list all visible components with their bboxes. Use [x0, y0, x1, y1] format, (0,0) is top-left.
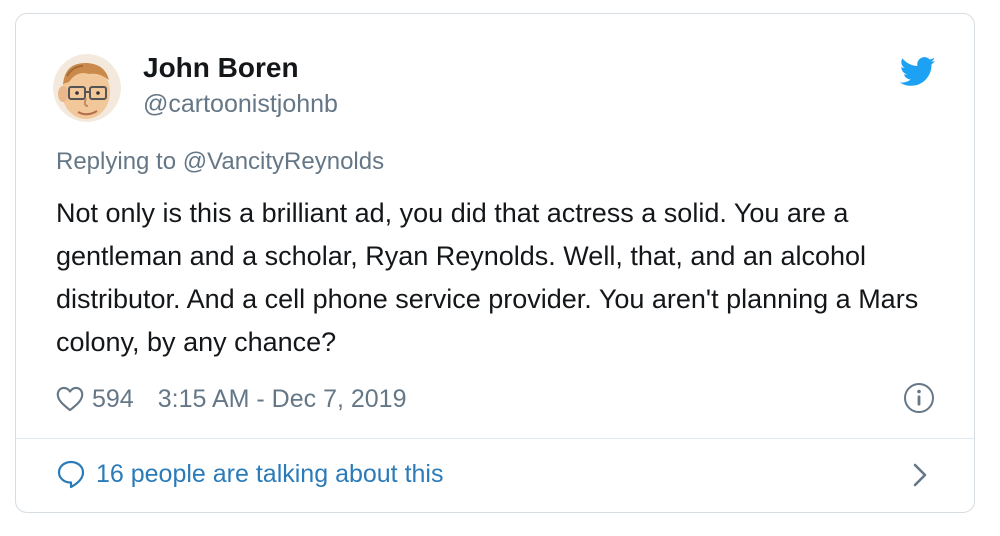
tweet-card: John Boren @cartoonistjohnb Replying to …: [15, 13, 975, 513]
reply-mention-link[interactable]: @VancityReynolds: [183, 148, 384, 175]
divider: [16, 438, 974, 439]
heart-icon[interactable]: [56, 386, 84, 412]
tweet-text: Not only is this a brilliant ad, you did…: [56, 198, 919, 357]
chevron-right-icon[interactable]: [910, 462, 930, 488]
reply-context: Replying to @VancityReynolds: [56, 148, 384, 176]
cartoon-face-avatar: [53, 54, 121, 122]
tweet-meta: 594 3:15 AM - Dec 7, 2019: [56, 382, 406, 416]
user-name[interactable]: John Boren: [143, 52, 299, 84]
info-icon[interactable]: [903, 382, 935, 414]
conversation-link[interactable]: 16 people are talking about this: [56, 456, 443, 492]
twitter-bird-icon[interactable]: [900, 56, 936, 88]
conversation-link-label[interactable]: 16 people are talking about this: [96, 460, 443, 489]
reply-prefix: Replying to: [56, 148, 177, 175]
avatar[interactable]: [53, 54, 121, 122]
tweet-timestamp[interactable]: 3:15 AM - Dec 7, 2019: [158, 385, 407, 414]
speech-bubble-icon: [57, 460, 85, 489]
like-count[interactable]: 594: [92, 385, 134, 414]
user-handle[interactable]: @cartoonistjohnb: [143, 90, 338, 119]
